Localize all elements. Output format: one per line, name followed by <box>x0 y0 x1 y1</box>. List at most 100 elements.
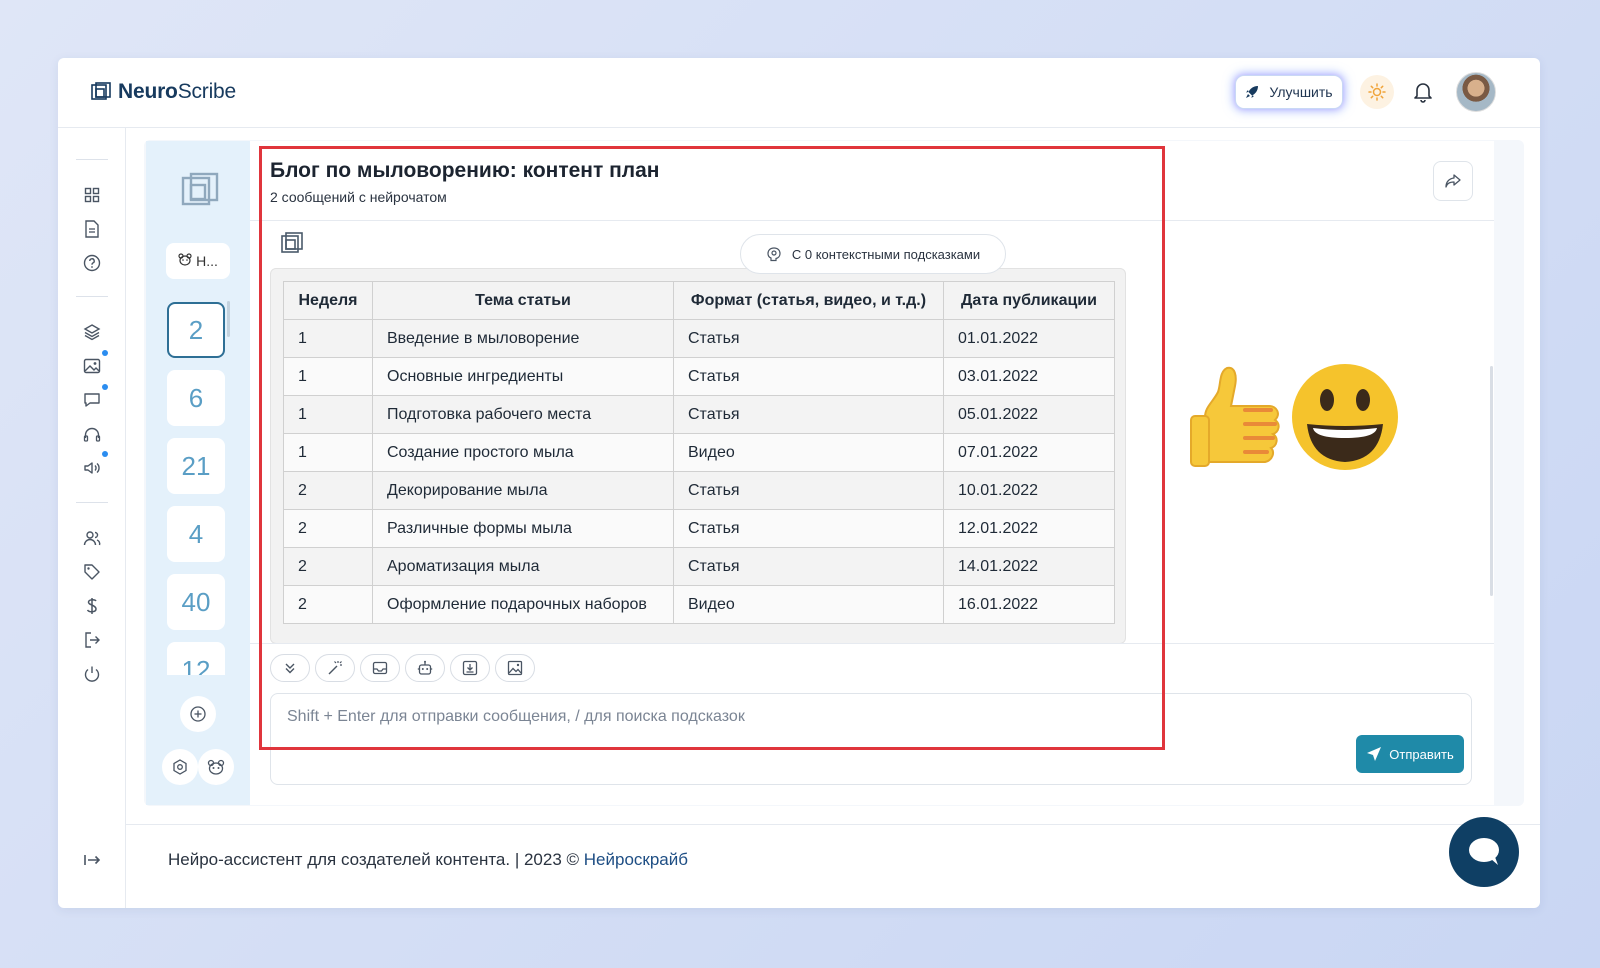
table-cell: Основные ингредиенты <box>372 357 674 396</box>
assistant-chip[interactable]: Н... <box>166 243 230 279</box>
upgrade-button[interactable]: Улучшить <box>1235 75 1343 109</box>
content-plan-table: Неделя Тема статьи Формат (статья, видео… <box>283 281 1115 624</box>
table-cell: Оформление подарочных наборов <box>372 585 674 624</box>
image-icon[interactable] <box>80 354 104 378</box>
table-cell: Статья <box>673 395 944 434</box>
layers-icon[interactable] <box>80 320 104 344</box>
table-cell: Статья <box>673 471 944 510</box>
users-icon[interactable] <box>80 526 104 550</box>
new-chat-button[interactable] <box>180 696 216 732</box>
magic-wand-button[interactable] <box>315 654 355 682</box>
dollar-icon[interactable] <box>80 594 104 618</box>
chat-scrollbar[interactable] <box>1490 366 1493 596</box>
context-hints-badge[interactable]: С 0 контекстными подсказками <box>740 234 1006 274</box>
chip-label: Н... <box>196 253 218 269</box>
thumbs-up-smile-emoji <box>1190 364 1398 470</box>
rocket-icon <box>1246 86 1259 98</box>
bell-icon <box>1414 83 1432 103</box>
context-hints-label: С 0 контекстными подсказками <box>791 246 981 262</box>
table-cell: 01.01.2022 <box>943 319 1115 358</box>
table-cell: Статья <box>673 547 944 586</box>
table-cell: Декорирование мыла <box>372 471 674 510</box>
table-cell: 10.01.2022 <box>943 471 1115 510</box>
chat-card[interactable]: 2 <box>167 302 225 358</box>
table-cell: 1 <box>283 395 373 434</box>
smiley-face-icon <box>1292 364 1398 470</box>
support-chat-button[interactable] <box>1449 817 1519 887</box>
assistant-button[interactable] <box>198 749 234 785</box>
column-header: Тема статьи <box>372 281 674 320</box>
share-icon <box>1445 174 1461 188</box>
chat-icon[interactable] <box>80 388 104 412</box>
user-avatar[interactable] <box>1456 72 1496 112</box>
collapse-button[interactable] <box>270 654 310 682</box>
footer: Нейро-ассистент для создателей контента.… <box>126 824 1540 908</box>
rail-divider <box>76 502 108 503</box>
chat-subtitle: 2 сообщений с нейрочатом <box>270 189 447 205</box>
send-button[interactable]: Отправить <box>1356 735 1464 773</box>
help-icon[interactable] <box>80 251 104 275</box>
chat-card[interactable]: 40 <box>167 574 225 630</box>
table-cell: 1 <box>283 319 373 358</box>
robot-button[interactable] <box>405 654 445 682</box>
chat-card[interactable]: 21 <box>167 438 225 494</box>
brain-icon <box>767 247 781 262</box>
settings-button[interactable] <box>162 749 198 785</box>
table-cell: Статья <box>673 509 944 548</box>
collapse-sidebar-icon[interactable] <box>80 848 104 872</box>
magic-wand-icon <box>328 661 342 675</box>
logo-icon <box>91 82 111 100</box>
assistant-message: Неделя Тема статьи Формат (статья, видео… <box>270 268 1126 644</box>
document-icon[interactable] <box>80 217 104 241</box>
table-row: 2 Декорирование мыла Статья 10.01.2022 <box>283 471 1115 510</box>
logo-text: NeuroScribe <box>118 80 237 103</box>
table-cell: 07.01.2022 <box>943 433 1115 472</box>
bear-icon <box>207 759 225 775</box>
download-button[interactable] <box>450 654 490 682</box>
notification-dot <box>102 384 108 390</box>
chat-card[interactable]: 12 <box>167 642 225 675</box>
inbox-button[interactable] <box>360 654 400 682</box>
thumbs-up-icon <box>1190 366 1280 467</box>
column-header: Неделя <box>283 281 373 320</box>
notification-dot <box>102 451 108 457</box>
chat-card[interactable]: 6 <box>167 370 225 426</box>
bear-icon <box>178 253 192 269</box>
table-cell: 2 <box>283 471 373 510</box>
tag-icon[interactable] <box>80 560 104 584</box>
column-header: Дата публикации <box>943 281 1115 320</box>
dashboard-icon[interactable] <box>80 183 104 207</box>
table-cell: Статья <box>673 357 944 396</box>
logout-icon[interactable] <box>80 628 104 652</box>
table-cell: Видео <box>673 433 944 472</box>
footer-link[interactable]: Нейроскрайб <box>584 850 688 869</box>
chat-card[interactable]: 4 <box>167 506 225 562</box>
headphones-icon[interactable] <box>80 422 104 446</box>
chat-list-scrollbar[interactable] <box>227 301 230 337</box>
footer-copyright: Нейро-ассистент для создателей контента.… <box>168 850 580 869</box>
table-cell: 2 <box>283 509 373 548</box>
table-cell: Различные формы мыла <box>372 509 674 548</box>
logo[interactable]: NeuroScribe <box>90 80 236 104</box>
share-button[interactable] <box>1433 161 1473 201</box>
robot-icon <box>417 660 433 675</box>
chat-title: Блог по мыловорению: контент план <box>270 159 660 182</box>
power-icon[interactable] <box>80 662 104 686</box>
notifications-button[interactable] <box>1410 78 1436 106</box>
table-cell: 1 <box>283 357 373 396</box>
chat-card-clip: 12 <box>146 641 250 675</box>
inbox-icon <box>372 661 388 675</box>
table-cell: 12.01.2022 <box>943 509 1115 548</box>
chat-list: Н... 2 6 21 4 40 12 <box>146 141 250 805</box>
table-cell: 2 <box>283 547 373 586</box>
theme-toggle-button[interactable] <box>1360 75 1394 109</box>
chat-bubble-icon <box>1469 838 1499 865</box>
message-input-box <box>270 693 1472 785</box>
table-row: 2 Ароматизация мыла Статья 14.01.2022 <box>283 547 1115 586</box>
rail-divider <box>76 296 108 297</box>
message-input[interactable] <box>271 694 1471 784</box>
sun-icon <box>1368 83 1386 101</box>
image-button[interactable] <box>495 654 535 682</box>
table-cell: 05.01.2022 <box>943 395 1115 434</box>
speaker-icon[interactable] <box>80 456 104 480</box>
